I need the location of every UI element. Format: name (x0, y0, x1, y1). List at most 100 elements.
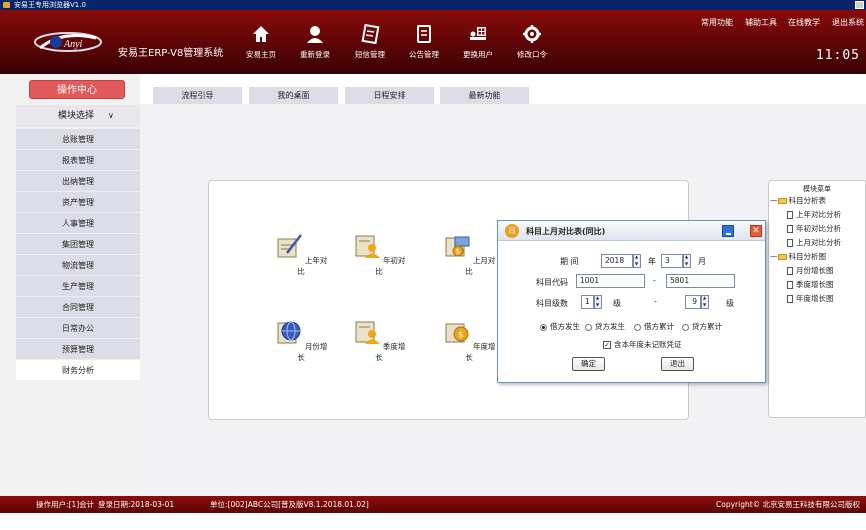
tree-group-analysis-table[interactable]: — 科目分析表 (769, 194, 865, 208)
tree-item-last-year-analysis[interactable]: 上年对比分析 (769, 208, 865, 222)
op-center-button[interactable]: 操作中心 (29, 80, 125, 99)
func-last-year-compare[interactable]: 上年对比 (271, 233, 331, 277)
nav-label: 修改口令 (517, 50, 547, 59)
tab-schedule[interactable]: 日程安排 (345, 87, 434, 104)
radio-label: 贷方发生 (595, 322, 625, 331)
dialog-close-button[interactable]: ✕ (750, 225, 762, 237)
app-icon (3, 2, 10, 8)
tree-item-year-begin-analysis[interactable]: 年初对比分析 (769, 222, 865, 236)
month-spinner[interactable] (683, 254, 691, 268)
dialog-titlebar[interactable]: 同 科目上月对比表(同比) ✕ (498, 221, 765, 241)
dialog-title: 科目上月对比表(同比) (526, 227, 606, 236)
radio-credit-cumulative[interactable]: 贷方累计 (682, 321, 722, 332)
ok-button[interactable]: 确定 (572, 357, 605, 371)
sidebar-item-group[interactable]: 集团管理 (16, 234, 140, 255)
radio-selected-icon (540, 323, 547, 331)
nav-relogin[interactable]: 重新登录 (293, 24, 337, 60)
func-label: 上年对比 (297, 256, 328, 276)
tree-item-label: 月份增长图 (796, 266, 834, 275)
month-input[interactable]: 3 (661, 254, 683, 268)
tab-new-features[interactable]: 最新功能 (440, 87, 529, 104)
home-icon (253, 26, 269, 42)
radio-label: 贷方累计 (692, 322, 722, 331)
nav-label: 更换用户 (463, 50, 493, 59)
tab-process-guide[interactable]: 流程引导 (153, 87, 242, 104)
nav-sms[interactable]: 短信管理 (348, 24, 392, 60)
level-to-input[interactable]: 9 (685, 295, 701, 309)
radio-debit-cumulative[interactable]: 借方累计 (634, 321, 674, 332)
radio-credit-amount[interactable]: 贷方发生 (585, 321, 625, 332)
func-year-begin-compare[interactable]: 年初对比 (349, 233, 409, 277)
include-unposted-checkbox[interactable]: ✓ 含本年度未记账凭证 (603, 339, 682, 350)
func-quarterly-growth[interactable]: 季度增长 (349, 319, 409, 363)
module-menu-panel: 模块菜单 — 科目分析表 上年对比分析 年初对比分析 上月对比分析 — 科目分析图 … (768, 180, 866, 418)
func-label: 季度增长 (375, 342, 406, 362)
clock: 11:05 (815, 48, 860, 63)
module-menu-title: 模块菜单 (803, 185, 831, 193)
tree-collapse-icon[interactable]: — (770, 196, 778, 205)
nav-label: 短信管理 (355, 50, 385, 59)
brand-logo[interactable]: Anyi (34, 28, 104, 58)
level-to-spinner[interactable] (701, 295, 709, 309)
sidebar-item-reports[interactable]: 报表管理 (16, 150, 140, 171)
level-from-spinner[interactable] (594, 295, 602, 309)
tab-my-desktop[interactable]: 我的桌面 (249, 87, 338, 104)
app-header: Anyi 安易王ERP-V8管理系统 安易主页 重新登录 短信管理 公告管理 更… (0, 10, 866, 74)
tree-item-last-month-analysis[interactable]: 上月对比分析 (769, 236, 865, 250)
tree-item-label: 上年对比分析 (796, 210, 841, 219)
module-select-dropdown[interactable]: 模块选择 ∨ (16, 105, 140, 127)
module-select-label: 模块选择 (58, 111, 95, 121)
dialog-minimize-button[interactable] (722, 225, 734, 237)
tree-item-annual-growth-chart[interactable]: 年度增长图 (769, 292, 865, 306)
year-input[interactable]: 2018 (601, 254, 633, 268)
sidebar-item-budget[interactable]: 预算管理 (16, 339, 140, 360)
sidebar-item-logistics[interactable]: 物流管理 (16, 255, 140, 276)
person-document-icon (355, 321, 380, 344)
sidebar-item-assets[interactable]: 资产管理 (16, 192, 140, 213)
svg-text:$: $ (458, 331, 464, 341)
tree-group-analysis-chart[interactable]: — 科目分析图 (769, 250, 865, 264)
nav-switch-user[interactable]: 更换用户 (456, 24, 500, 60)
toplink-tools[interactable]: 辅助工具 (745, 17, 777, 28)
func-last-month-compare[interactable]: $ 上月对比 (439, 233, 499, 277)
month-unit-label: 月 (698, 257, 706, 266)
year-spinner[interactable] (633, 254, 641, 268)
sidebar-item-production[interactable]: 生产管理 (16, 276, 140, 297)
nav-home[interactable]: 安易主页 (239, 24, 283, 60)
window-control-button[interactable] (855, 1, 864, 9)
sidebar-item-contracts[interactable]: 合同管理 (16, 297, 140, 318)
exit-button[interactable]: 退出 (661, 357, 694, 371)
level-unit-label: 级 (613, 299, 621, 308)
radio-debit-amount[interactable]: 借方发生 (540, 321, 580, 332)
func-annual-growth[interactable]: $ 年度增长 (439, 319, 499, 363)
document-icon (787, 239, 793, 247)
toplink-online-teaching[interactable]: 在线教学 (788, 17, 820, 28)
nav-label: 重新登录 (300, 50, 330, 59)
tree-collapse-icon[interactable]: — (770, 252, 778, 261)
sidebar-item-ledger[interactable]: 总账管理 (16, 129, 140, 150)
status-copyright: Copyright© 北京安易王科技有限公司版权所有 (716, 500, 861, 526)
sidebar-item-office[interactable]: 日常办公 (16, 318, 140, 339)
func-monthly-growth[interactable]: 月份增长 (271, 319, 331, 363)
window-titlebar: 安易王专用浏览器V1.0 (0, 0, 866, 10)
dialog-badge-icon: 同 (505, 224, 519, 238)
func-label: 月份增长 (297, 342, 328, 362)
radio-label: 借方累计 (644, 322, 674, 331)
account-level-label: 科目级数 (536, 299, 568, 308)
sidebar-item-financial-analysis[interactable]: 财务分析 (16, 360, 140, 381)
nav-change-password[interactable]: 修改口令 (510, 24, 554, 60)
settings-icon (523, 25, 541, 43)
sidebar-item-cashier[interactable]: 出纳管理 (16, 171, 140, 192)
toplink-common-functions[interactable]: 常用功能 (701, 17, 733, 28)
tree-item-label: 年初对比分析 (796, 224, 841, 233)
account-code-to-input[interactable]: 5801 (666, 274, 735, 288)
toplink-exit[interactable]: 退出系统 (832, 17, 864, 28)
tree-item-monthly-growth-chart[interactable]: 月份增长图 (769, 264, 865, 278)
level-from-input[interactable]: 1 (581, 295, 594, 309)
nav-notice[interactable]: 公告管理 (402, 24, 446, 60)
account-code-from-input[interactable]: 1001 (576, 274, 645, 288)
tree-item-quarterly-growth-chart[interactable]: 季度增长图 (769, 278, 865, 292)
nav-label: 公告管理 (409, 50, 439, 59)
sidebar-item-hr[interactable]: 人事管理 (16, 213, 140, 234)
range-dash: - (653, 276, 656, 285)
